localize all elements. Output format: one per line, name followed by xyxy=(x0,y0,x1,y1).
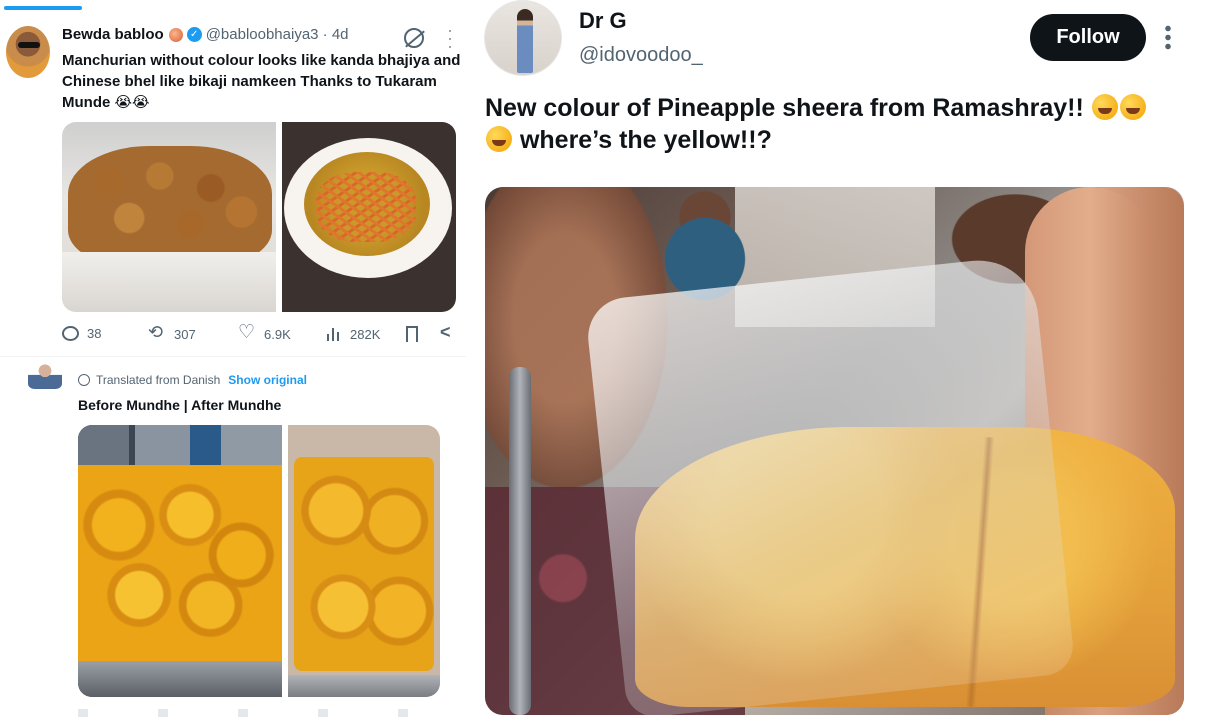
tweet-header: Bewda babloo ✓ @babloobhaiya3 · 4d xyxy=(62,26,349,43)
share-icon xyxy=(440,322,456,343)
tweet-text: New colour of Pineapple sheera from Rama… xyxy=(485,92,1197,156)
display-name[interactable]: Dr G xyxy=(579,8,627,34)
grok-icon[interactable] xyxy=(404,28,424,48)
display-name[interactable]: Bewda babloo xyxy=(62,26,164,43)
repost-button[interactable]: 307 xyxy=(148,322,196,343)
right-screenshot: Dr G @idovoodoo_ Follow New colour of Pi… xyxy=(476,0,1214,720)
views-icon xyxy=(326,326,342,342)
follow-button[interactable]: Follow xyxy=(1030,14,1146,61)
reply-icon xyxy=(62,326,79,341)
tweet-bewda-babloo[interactable]: Bewda babloo ✓ @babloobhaiya3 · 4d · · · M… xyxy=(0,0,466,356)
action-bar-cropped xyxy=(78,709,438,717)
verified-badge-icon: ✓ xyxy=(186,27,202,42)
like-count: 6.9K xyxy=(264,326,291,342)
rofl-emoji-icon xyxy=(486,126,512,152)
handle[interactable]: @idovoodoo_ xyxy=(579,44,703,67)
reply-count: 38 xyxy=(87,326,102,341)
tweet-image-jalebi-before[interactable] xyxy=(78,425,282,697)
share-button[interactable] xyxy=(440,322,464,343)
tweet-text: Before Mundhe | After Mundhe xyxy=(78,397,282,413)
tweet-image-manchurian[interactable] xyxy=(62,122,276,312)
tweet-image-bhel[interactable] xyxy=(282,122,456,312)
more-icon[interactable] xyxy=(1164,24,1172,50)
tweet-before-after[interactable]: Translated from Danish Show original Bef… xyxy=(0,356,466,720)
translated-label: Translated from Danish xyxy=(96,373,221,387)
tweet-text-line2: where’s the yellow!!? xyxy=(519,126,772,154)
tweet-image-jalebi-after[interactable] xyxy=(288,425,440,697)
show-original-link[interactable]: Show original xyxy=(228,373,307,387)
translate-icon xyxy=(78,374,90,386)
views-button[interactable]: 282K xyxy=(326,326,380,342)
bookmark-button[interactable] xyxy=(406,326,426,342)
bookmark-icon xyxy=(406,326,418,342)
rofl-emoji-icon xyxy=(1091,94,1118,120)
views-count: 282K xyxy=(350,326,381,342)
tweet-image-sheera[interactable] xyxy=(485,187,1184,715)
repost-count: 307 xyxy=(174,326,196,342)
peach-emoji-icon xyxy=(168,27,183,42)
avatar[interactable] xyxy=(484,0,562,76)
tweet-text: Manchurian without colour looks like kan… xyxy=(62,52,461,111)
action-bar: 38 307 6.9K 282K xyxy=(62,321,464,348)
avatar[interactable] xyxy=(28,363,62,389)
more-icon[interactable]: · · · xyxy=(446,21,454,55)
avatar[interactable] xyxy=(6,26,50,78)
reply-button[interactable]: 38 xyxy=(62,326,101,341)
left-screenshot: Bewda babloo ✓ @babloobhaiya3 · 4d · · · M… xyxy=(0,0,466,720)
like-icon xyxy=(238,321,256,344)
tweet-text-line1: New colour of Pineapple sheera from Rama… xyxy=(485,94,1084,122)
repost-icon xyxy=(148,322,166,343)
rofl-emoji-icon xyxy=(1119,94,1146,120)
like-button[interactable]: 6.9K xyxy=(238,321,291,344)
handle-and-time[interactable]: @babloobhaiya3 · 4d xyxy=(206,26,349,43)
translation-notice: Translated from Danish Show original xyxy=(78,373,307,387)
